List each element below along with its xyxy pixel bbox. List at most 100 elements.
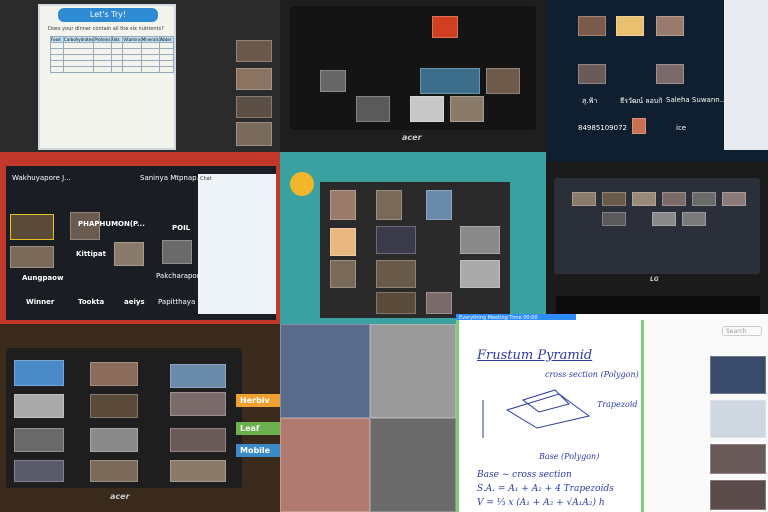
chat-header: Chat xyxy=(200,176,212,182)
video-tile[interactable] xyxy=(162,240,192,264)
video-tile[interactable] xyxy=(578,64,606,84)
video-tile[interactable] xyxy=(90,460,138,482)
video-tile[interactable] xyxy=(320,70,346,92)
lg-logo: LG xyxy=(650,276,659,283)
video-tile[interactable] xyxy=(356,96,390,122)
video-tile[interactable] xyxy=(370,418,456,512)
video-tile[interactable] xyxy=(578,16,606,36)
panel-classroom-gallery xyxy=(280,152,546,324)
video-tile[interactable] xyxy=(710,356,766,394)
participant-name: aeiys xyxy=(124,298,145,306)
word-card: Herbiv xyxy=(236,394,280,407)
video-tile[interactable] xyxy=(170,364,226,388)
video-tile[interactable] xyxy=(460,260,500,288)
worksheet-title: Let's Try! xyxy=(58,8,158,22)
nutrient-table: Food Carbohydrates Proteins Fats Vitamin… xyxy=(50,36,175,73)
panel-video-grid xyxy=(280,324,456,512)
table-header-cell: Water xyxy=(158,36,175,43)
video-tile[interactable] xyxy=(90,428,138,452)
video-tile[interactable] xyxy=(236,96,272,118)
panel-lg-monitor: LG xyxy=(546,162,768,324)
video-tile[interactable] xyxy=(330,260,356,288)
video-tile[interactable] xyxy=(170,428,226,452)
participant-name: Kittipat xyxy=(76,250,106,258)
video-tile[interactable] xyxy=(420,68,480,94)
keyboard xyxy=(556,296,760,316)
participant-name: Tookta xyxy=(78,298,105,306)
video-tile[interactable] xyxy=(652,212,676,226)
video-tile[interactable] xyxy=(376,260,416,288)
video-tile[interactable] xyxy=(370,324,456,418)
participant-name: Wakhuyapore J... xyxy=(12,174,71,182)
video-tile[interactable] xyxy=(330,228,356,256)
participant-name: Winner xyxy=(26,298,55,306)
video-tile[interactable] xyxy=(330,190,356,220)
video-tile[interactable] xyxy=(14,394,64,418)
video-tile[interactable] xyxy=(376,190,402,220)
video-tile[interactable] xyxy=(616,16,644,36)
participant-name: POIL xyxy=(172,224,191,232)
participant-name: 84985109072 xyxy=(578,124,627,132)
video-tile[interactable] xyxy=(14,428,64,452)
video-tile[interactable] xyxy=(280,418,370,512)
video-tile[interactable] xyxy=(450,96,484,122)
participant-name: ice xyxy=(676,124,687,132)
video-tile[interactable] xyxy=(602,192,626,206)
video-tile[interactable] xyxy=(432,16,458,38)
video-tile[interactable] xyxy=(236,40,272,62)
video-tile[interactable] xyxy=(632,192,656,206)
video-tile[interactable] xyxy=(656,64,684,84)
panel-whiteboard: Everything Meeting Time 00:00 Search Fru… xyxy=(456,314,768,512)
video-tile[interactable] xyxy=(426,190,452,220)
video-tile[interactable] xyxy=(14,460,64,482)
search-input[interactable]: Search xyxy=(722,326,762,336)
video-tile[interactable] xyxy=(10,246,54,268)
participant-name: Saleha Suwann... xyxy=(666,96,727,104)
video-tile[interactable] xyxy=(170,460,226,482)
table-header-cell: Proteins xyxy=(93,36,112,43)
panel-monitor-gallery: สุ.ฟ้า ธีรวัฒน์ ลอบกิ Saleha Suwann... 8… xyxy=(546,0,768,162)
acer-logo: acer xyxy=(110,492,130,501)
panel-worksheet-class: Let's Try! Does your dinner contain all … xyxy=(0,0,280,152)
video-tile[interactable] xyxy=(90,394,138,418)
video-tile[interactable] xyxy=(460,226,500,254)
video-tile[interactable] xyxy=(410,96,444,122)
video-tile[interactable] xyxy=(376,226,416,254)
chat-panel[interactable]: Chat xyxy=(198,174,276,314)
video-tile[interactable] xyxy=(710,480,766,510)
table-header-cell: Vitamins xyxy=(122,36,142,43)
word-card: Mobile xyxy=(236,444,280,457)
video-tile[interactable] xyxy=(236,122,272,146)
sun-decoration xyxy=(290,172,314,196)
participants-sidebar[interactable] xyxy=(724,0,768,150)
participant-name: สุ.ฟ้า xyxy=(582,97,598,105)
word-card: Leaf xyxy=(236,422,280,435)
video-tile[interactable] xyxy=(692,192,716,206)
video-tile[interactable] xyxy=(280,324,370,418)
video-tile[interactable] xyxy=(170,392,226,416)
video-tile[interactable] xyxy=(572,192,596,206)
table-header-cell: Carbohydrates xyxy=(62,36,95,43)
video-tile[interactable] xyxy=(114,242,144,266)
video-tile[interactable] xyxy=(722,192,746,206)
video-tile[interactable] xyxy=(710,444,766,474)
video-tile[interactable] xyxy=(662,192,686,206)
panel-laptop-classroom: Herbiv Leaf Mobile acer xyxy=(0,324,280,512)
video-tile[interactable] xyxy=(632,118,646,134)
video-tile[interactable] xyxy=(602,212,626,226)
acer-logo: acer xyxy=(402,133,422,142)
video-tile[interactable] xyxy=(656,16,684,36)
video-tile[interactable] xyxy=(90,362,138,386)
video-tile[interactable] xyxy=(236,68,272,90)
video-tile[interactable] xyxy=(710,400,766,438)
video-tile[interactable] xyxy=(14,360,64,386)
video-tile[interactable] xyxy=(682,212,706,226)
participant-name: Saninya Mtpnap... xyxy=(140,174,204,182)
video-tile[interactable] xyxy=(376,292,416,314)
table-header-cell: Minerals xyxy=(140,36,160,43)
panel-named-gallery: Wakhuyapore J... Saninya Mtpnap... PHAPH… xyxy=(0,152,280,324)
video-tile[interactable] xyxy=(10,214,54,240)
video-tile[interactable] xyxy=(486,68,520,94)
video-tile[interactable] xyxy=(426,292,452,314)
worksheet: Let's Try! Does your dinner contain all … xyxy=(38,4,176,150)
